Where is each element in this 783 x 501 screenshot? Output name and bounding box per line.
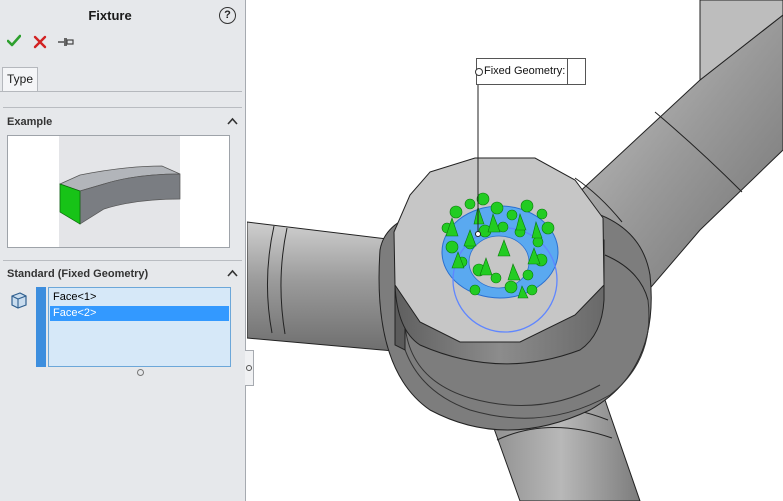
chevron-up-icon[interactable] (227, 117, 238, 125)
chevron-up-icon[interactable] (227, 269, 238, 277)
example-image (7, 135, 230, 248)
fixed-geometry-callout[interactable]: Fixed Geometry: (475, 58, 586, 85)
panel-title: Fixture (88, 8, 132, 23)
callout-pin-icon (475, 68, 483, 76)
face-selection-icon (11, 292, 27, 309)
pushpin-icon[interactable] (57, 34, 75, 50)
list-resize-handle[interactable] (137, 369, 144, 376)
tab-bar: Type (0, 67, 242, 92)
callout-anchor (475, 231, 481, 237)
help-icon[interactable]: ? (219, 7, 236, 24)
check-icon[interactable] (7, 34, 21, 48)
callout-divider (567, 59, 568, 84)
standard-section-title: Standard (Fixed Geometry) (7, 268, 149, 280)
divider (3, 260, 242, 261)
tab-type[interactable]: Type (2, 67, 38, 91)
property-manager-panel: Fixture ? Type Example Standard (Fixed G… (0, 0, 246, 501)
x-icon[interactable] (33, 35, 47, 49)
selection-list[interactable]: Face<1> Face<2> (48, 287, 231, 367)
list-item-selected[interactable]: Face<2> (50, 306, 229, 321)
selection-active-bar (36, 287, 46, 367)
divider (3, 107, 242, 108)
example-section-title: Example (7, 116, 53, 128)
list-item[interactable]: Face<1> (50, 290, 229, 305)
curved-block-illustration (59, 165, 181, 225)
callout-label: Fixed Geometry: (484, 65, 566, 77)
